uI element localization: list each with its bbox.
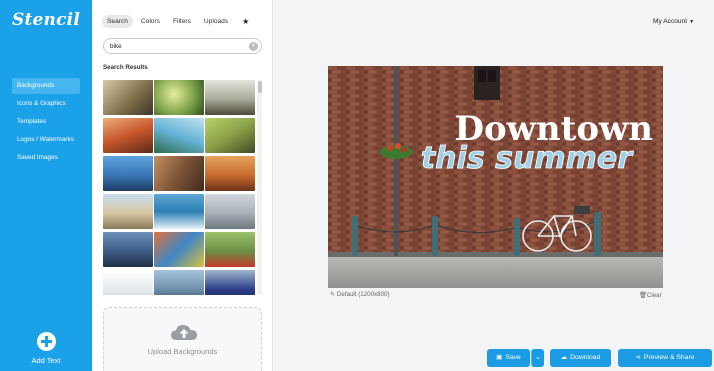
add-text-label: Add Text xyxy=(31,356,61,365)
result-thumbnail[interactable] xyxy=(205,270,255,295)
result-thumbnail[interactable] xyxy=(205,118,255,153)
result-thumbnail[interactable] xyxy=(103,270,153,295)
clear-search-icon[interactable]: ✕ xyxy=(249,42,258,51)
result-thumbnail[interactable] xyxy=(154,270,204,295)
my-account-label: My Account xyxy=(653,18,688,25)
window xyxy=(474,66,500,100)
result-thumbnail[interactable] xyxy=(154,156,204,191)
sidebar-item-templates[interactable]: Templates xyxy=(12,114,80,130)
result-thumbnail[interactable] xyxy=(205,232,255,267)
search-field: ✕ xyxy=(103,38,262,54)
search-results-heading: Search Results xyxy=(103,64,148,71)
canvas-size-label: Default (1200x800) xyxy=(336,291,390,298)
panel-tabs: Search Colors Filters Uploads ★ xyxy=(102,14,249,28)
result-thumbnail[interactable] xyxy=(205,194,255,229)
floppy-disk-icon: ▣ xyxy=(496,354,503,361)
tab-uploads[interactable]: Uploads xyxy=(199,15,233,28)
tab-colors[interactable]: Colors xyxy=(136,15,165,28)
result-thumbnail[interactable] xyxy=(205,80,255,115)
sidebar: Stencil Backgrounds Icons & Graphics Tem… xyxy=(0,0,92,371)
cloud-download-icon: ☁ xyxy=(560,354,568,361)
result-thumbnail[interactable] xyxy=(103,118,153,153)
sidebar-item-saved-images[interactable]: Saved Images xyxy=(12,150,80,166)
my-account-menu[interactable]: My Account ▼ xyxy=(653,18,694,25)
plus-circle-icon xyxy=(36,332,56,351)
tab-filters[interactable]: Filters xyxy=(168,15,196,28)
app-logo[interactable]: Stencil xyxy=(12,10,80,30)
search-panel: Search Colors Filters Uploads ★ ✕ Search… xyxy=(92,0,273,371)
sidebar-item-icons-graphics[interactable]: Icons & Graphics xyxy=(12,96,80,112)
save-label: Save xyxy=(505,354,521,361)
tab-search[interactable]: Search xyxy=(102,14,133,28)
chevron-down-icon: ⌄ xyxy=(535,354,541,361)
cloud-upload-icon xyxy=(171,325,197,340)
chevron-down-icon: ▼ xyxy=(689,19,695,25)
result-thumbnail[interactable] xyxy=(103,194,153,229)
sidebar-nav: Backgrounds Icons & Graphics Templates L… xyxy=(12,78,80,168)
clear-label: Clear xyxy=(646,292,662,299)
star-icon[interactable]: ★ xyxy=(242,17,249,26)
share-icon: ⋖ xyxy=(635,354,641,361)
scrollbar-thumb[interactable] xyxy=(257,81,262,93)
clear-canvas-button[interactable]: 🗑Clear xyxy=(639,291,662,299)
pavement xyxy=(328,256,663,288)
share-label: Preview & Share xyxy=(643,354,695,361)
results-grid xyxy=(103,80,255,295)
lamp-post xyxy=(394,66,398,256)
upload-label: Upload Backgrounds xyxy=(147,347,218,356)
sidebar-item-backgrounds[interactable]: Backgrounds xyxy=(12,78,80,94)
design-canvas[interactable]: Downtown this summer xyxy=(328,66,663,288)
result-thumbnail[interactable] xyxy=(154,194,204,229)
canvas-subline[interactable]: this summer xyxy=(420,141,634,177)
upload-dropzone[interactable]: Upload Backgrounds xyxy=(103,307,262,371)
result-thumbnail[interactable] xyxy=(103,156,153,191)
pencil-icon: ✎ xyxy=(330,291,337,298)
canvas-size-selector[interactable]: ✎ Default (1200x800) xyxy=(330,291,390,298)
search-input[interactable] xyxy=(110,41,245,51)
save-button[interactable]: ▣ Save xyxy=(487,349,530,367)
download-label: Download xyxy=(570,354,601,361)
download-button[interactable]: ☁ Download xyxy=(550,349,611,367)
add-text-button[interactable]: Add Text xyxy=(0,332,92,365)
result-thumbnail[interactable] xyxy=(103,80,153,115)
result-thumbnail[interactable] xyxy=(205,156,255,191)
result-thumbnail[interactable] xyxy=(154,118,204,153)
sidebar-item-logos-watermarks[interactable]: Logos / Watermarks xyxy=(12,132,80,148)
save-options-dropdown[interactable]: ⌄ xyxy=(531,349,544,367)
result-thumbnail[interactable] xyxy=(154,232,204,267)
result-thumbnail[interactable] xyxy=(154,80,204,115)
result-thumbnail[interactable] xyxy=(103,232,153,267)
preview-share-button[interactable]: ⋖ Preview & Share xyxy=(618,349,712,367)
results-scrollbar[interactable] xyxy=(257,80,262,295)
trash-icon: 🗑 xyxy=(639,292,647,299)
